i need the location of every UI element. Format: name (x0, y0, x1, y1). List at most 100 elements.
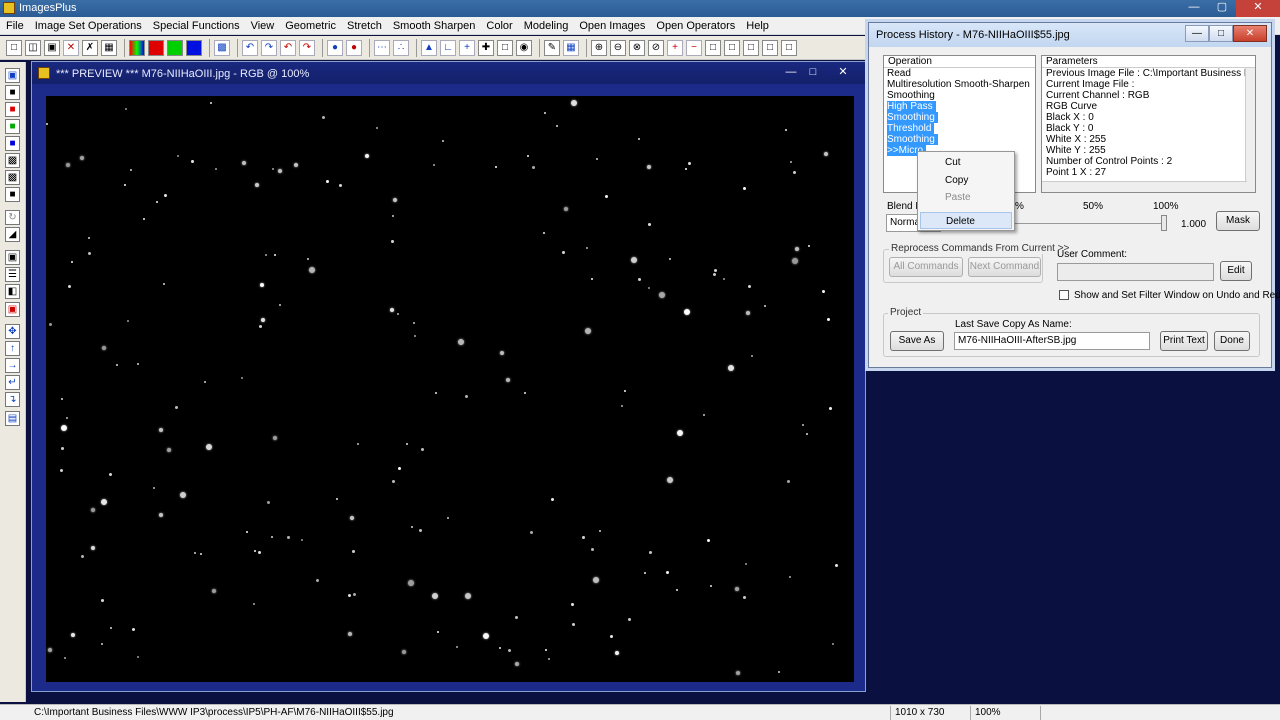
dialog-minimize-icon[interactable]: — (1185, 25, 1209, 42)
menu-stretch[interactable]: Stretch (347, 20, 382, 32)
zoom-fit-icon[interactable]: ⊗ (629, 39, 645, 56)
layer-icon[interactable]: ▩ (5, 153, 20, 168)
menu-open-operators[interactable]: Open Operators (656, 20, 735, 32)
dialog-titlebar[interactable]: Process History - M76-NIIHaOIII$55.jpg —… (869, 23, 1271, 47)
mask-button[interactable]: Mask (1216, 211, 1260, 231)
maximize-icon[interactable]: ▢ (1208, 0, 1236, 17)
green-point-icon[interactable]: ■ (5, 119, 20, 134)
green-channel-icon[interactable] (167, 39, 183, 56)
view-4-icon[interactable]: □ (762, 39, 778, 56)
arrow-right-icon[interactable]: → (5, 358, 20, 373)
close-image-icon[interactable]: ✕ (63, 39, 79, 56)
last-save-field[interactable]: M76-NIIHaOIII-AfterSB.jpg (954, 332, 1150, 350)
blue-point-icon[interactable]: ■ (5, 136, 20, 151)
menu-open-images[interactable]: Open Images (579, 20, 645, 32)
new-file-icon[interactable]: □ (6, 39, 22, 56)
save-as-button[interactable]: Save As (890, 331, 944, 351)
zoom-plus-icon[interactable]: + (667, 39, 683, 56)
menu-color[interactable]: Color (486, 20, 512, 32)
info-icon[interactable]: ▤ (5, 411, 20, 426)
opacity-slider-track[interactable] (1015, 223, 1165, 224)
rotate-left-icon[interactable]: ↵ (5, 375, 20, 390)
operation-row[interactable]: Smoothing (884, 90, 1035, 101)
operation-row[interactable]: Read (884, 68, 1035, 79)
view-1-icon[interactable]: □ (705, 39, 721, 56)
menu-special-functions[interactable]: Special Functions (153, 20, 240, 32)
menu-geometric[interactable]: Geometric (285, 20, 336, 32)
all-commands-button[interactable]: All Commands (889, 257, 963, 277)
pencil-icon[interactable]: ✎ (544, 39, 560, 56)
color-picker-icon[interactable]: ◉ (516, 39, 532, 56)
operation-row-selected[interactable]: Smoothing (884, 112, 1035, 123)
red-channel-icon[interactable] (148, 39, 164, 56)
refresh-icon[interactable]: ↻ (5, 210, 20, 225)
parameters-header[interactable]: Parameters (1042, 56, 1255, 68)
stop-record-icon[interactable]: ● (346, 39, 362, 56)
next-command-button[interactable]: Next Command (968, 257, 1041, 277)
half-icon[interactable]: ◧ (5, 284, 20, 299)
menu-image-set-operations[interactable]: Image Set Operations (35, 20, 142, 32)
operation-row-selected[interactable]: High Pass (884, 101, 1035, 112)
context-copy[interactable]: Copy (920, 172, 1012, 189)
operation-header[interactable]: Operation (884, 56, 1035, 68)
table-icon[interactable]: ▦ (563, 39, 579, 56)
parameters-hscrollbar[interactable] (1042, 181, 1247, 192)
grid-icon[interactable]: ▩ (214, 39, 230, 56)
move-icon[interactable]: ✥ (5, 324, 20, 339)
print-text-button[interactable]: Print Text (1160, 331, 1208, 351)
axes-icon[interactable]: ∟ (440, 39, 456, 56)
redo-icon[interactable]: ↷ (261, 39, 277, 56)
menu-help[interactable]: Help (746, 20, 769, 32)
close-all-icon[interactable]: ✗ (82, 39, 98, 56)
context-delete[interactable]: Delete (920, 212, 1012, 229)
view-2-icon[interactable]: □ (724, 39, 740, 56)
zoom-minus-icon[interactable]: − (686, 39, 702, 56)
histogram-icon[interactable]: ▲ (421, 39, 437, 56)
arrow-up-icon[interactable]: ↑ (5, 341, 20, 356)
operation-row[interactable]: Multiresolution Smooth-Sharpen (884, 79, 1035, 90)
redo-all-icon[interactable]: ↷ (299, 39, 315, 56)
diagonal-icon[interactable]: ◢ (5, 227, 20, 242)
menu-smooth-sharpen[interactable]: Smooth Sharpen (393, 20, 476, 32)
operation-row-selected[interactable]: Smoothing (884, 134, 1035, 145)
open-folder-icon[interactable]: ◫ (25, 39, 41, 56)
preview-titlebar[interactable]: *** PREVIEW *** M76-NIIHaOIII.jpg - RGB … (32, 62, 865, 84)
view-3-icon[interactable]: □ (743, 39, 759, 56)
crosshair-icon[interactable]: ✚ (478, 39, 494, 56)
rgb-channels-icon[interactable] (129, 39, 145, 56)
mask-layer-icon[interactable]: ▩ (5, 170, 20, 185)
close-icon[interactable]: ✕ (1236, 0, 1280, 17)
points-icon[interactable]: ∴ (393, 39, 409, 56)
rotate-right-icon[interactable]: ↴ (5, 392, 20, 407)
region-icon[interactable]: ▣ (5, 302, 20, 317)
record-icon[interactable]: ● (327, 39, 343, 56)
menu-modeling[interactable]: Modeling (524, 20, 569, 32)
zoom-actual-icon[interactable]: ⊘ (648, 39, 664, 56)
black-layer-icon[interactable]: ■ (5, 187, 20, 202)
menu-view[interactable]: View (251, 20, 275, 32)
save-icon[interactable]: ▣ (5, 68, 20, 83)
undo-all-icon[interactable]: ↶ (280, 39, 296, 56)
add-point-icon[interactable]: + (459, 39, 475, 56)
undo-icon[interactable]: ↶ (242, 39, 258, 56)
menu-file[interactable]: File (6, 20, 24, 32)
red-point-icon[interactable]: ■ (5, 102, 20, 117)
done-button[interactable]: Done (1214, 331, 1250, 351)
window-icon[interactable]: ▦ (101, 39, 117, 56)
zoom-in-icon[interactable]: ⊕ (591, 39, 607, 56)
image-canvas[interactable] (46, 96, 854, 682)
save-icon[interactable]: ▣ (44, 39, 60, 56)
minimize-icon[interactable]: — (1180, 0, 1208, 17)
context-paste[interactable]: Paste (920, 189, 1012, 206)
preview-minimize-icon[interactable]: — (780, 65, 802, 79)
dots-icon[interactable]: ⋯ (374, 39, 390, 56)
preview-maximize-icon[interactable]: □ (802, 65, 824, 79)
bars-icon[interactable]: ☰ (5, 267, 20, 282)
frame-icon[interactable]: □ (497, 39, 513, 56)
operation-row-selected[interactable]: Threshold (884, 123, 1035, 134)
black-point-icon[interactable]: ■ (5, 85, 20, 100)
parameters-vscrollbar[interactable] (1245, 68, 1255, 192)
parameters-list[interactable]: Parameters Previous Image File : C:\Impo… (1041, 55, 1256, 193)
dialog-maximize-icon[interactable]: □ (1209, 25, 1233, 42)
show-filter-checkbox[interactable] (1059, 290, 1069, 300)
